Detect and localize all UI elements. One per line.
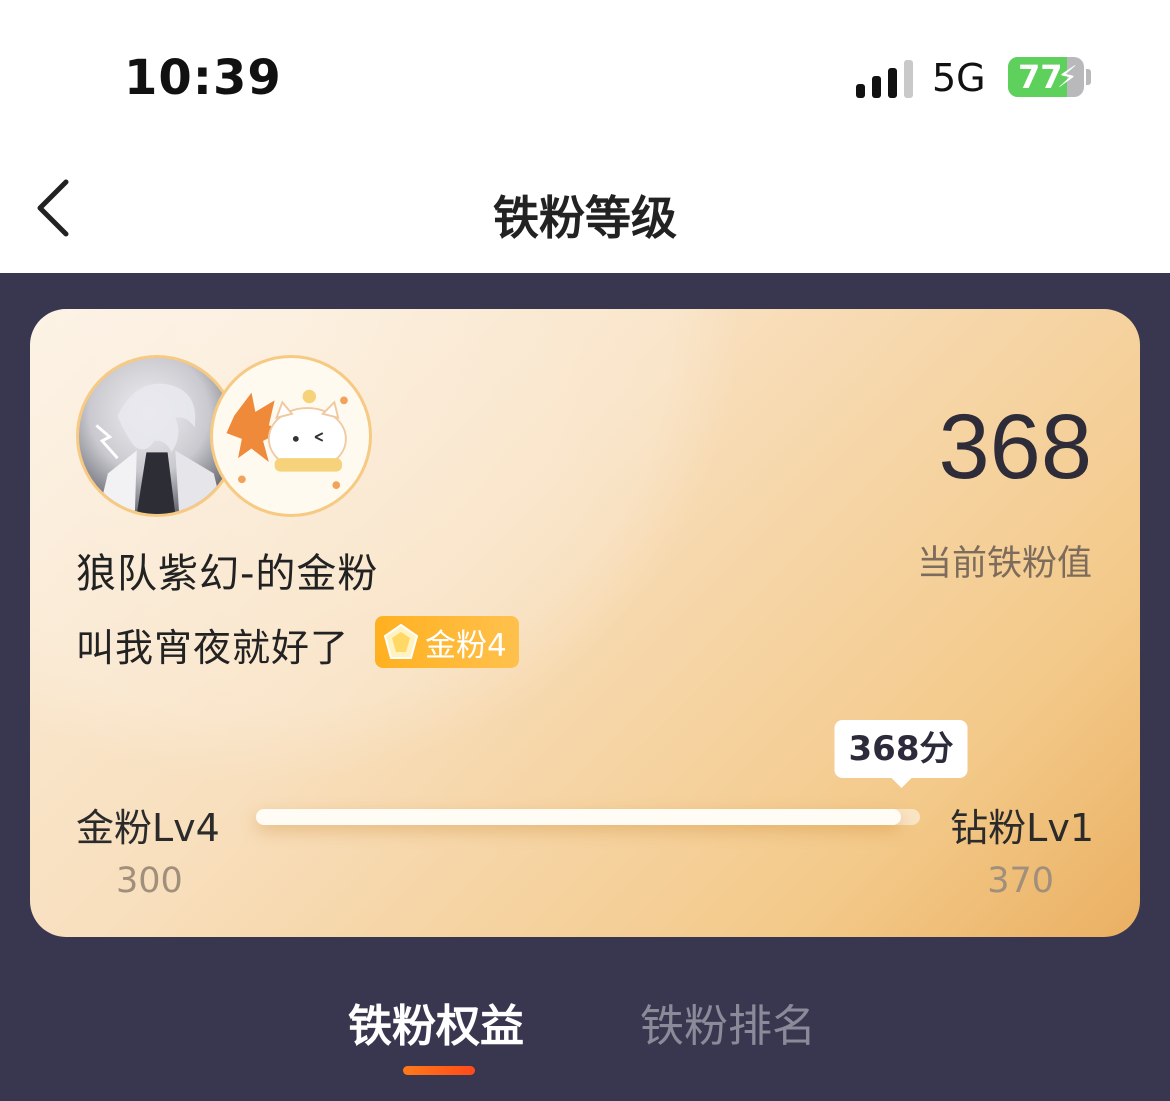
club-avatar[interactable] [210, 355, 372, 517]
fan-level-card: 狼队紫幻-的金粉 叫我宵夜就好了 金粉4 368 当前铁粉值 368分 金粉Lv… [30, 309, 1140, 937]
level-progress-fill [256, 809, 902, 825]
cat-illustration [226, 389, 348, 489]
battery-charging-icon: 77 ⚡ [1008, 57, 1084, 97]
current-level-label: 金粉Lv4 [76, 806, 220, 850]
fan-level-badge: 金粉4 [375, 616, 519, 668]
page-title: 铁粉等级 [493, 191, 677, 245]
user-name: 狼队紫幻-的金粉 [76, 551, 379, 597]
tab-fan-ranking[interactable]: 铁粉排名 [640, 990, 816, 1054]
user-nickname: 叫我宵夜就好了 [76, 626, 350, 670]
signal-bars-icon [856, 58, 914, 98]
level-progress-bar [256, 809, 920, 825]
badge-label: 金粉4 [425, 627, 507, 664]
tab-fan-benefits[interactable]: 铁粉权益 [348, 990, 524, 1054]
top-bar: 10:39 5G 77 ⚡ 铁粉等级 [0, 0, 1170, 273]
next-level-label: 钻粉Lv1 [950, 806, 1094, 850]
bolt-icon: ⚡ [1056, 60, 1078, 95]
fan-score-label: 当前铁粉值 [916, 544, 1092, 584]
fan-score: 368 [938, 396, 1093, 498]
current-level-threshold: 300 [116, 861, 183, 901]
gem-icon [381, 622, 421, 662]
battery-cap [1086, 69, 1091, 85]
next-level-threshold: 370 [987, 861, 1054, 901]
battery-percent: 77 [1018, 58, 1063, 96]
active-tab-indicator [403, 1066, 475, 1075]
status-time: 10:39 [124, 50, 282, 106]
network-type: 5G [932, 56, 986, 100]
progress-tooltip: 368分 [834, 720, 968, 788]
